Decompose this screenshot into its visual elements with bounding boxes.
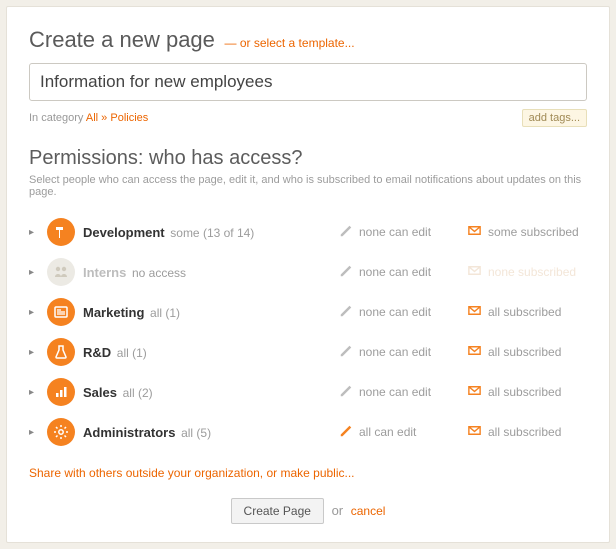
expand-icon[interactable]: ▸	[29, 307, 39, 318]
subscribe-label: none subscribed	[488, 265, 576, 279]
subscribe-label: all subscribed	[488, 345, 561, 359]
permission-row: ▸ Marketing all (1) none can edit all subsc…	[29, 292, 587, 332]
group-access: some (13 of 14)	[170, 226, 254, 240]
edit-permission[interactable]: none can edit	[339, 304, 459, 321]
group-name: R&D	[83, 345, 111, 360]
group-access: all (2)	[123, 386, 153, 400]
group-name: Sales	[83, 385, 117, 400]
cancel-link[interactable]: cancel	[351, 504, 386, 518]
breadcrumb: In category All » Policies	[29, 112, 148, 124]
subscribe-permission[interactable]: some subscribed	[467, 223, 587, 241]
pencil-icon	[339, 384, 353, 401]
expand-icon[interactable]: ▸	[29, 347, 39, 358]
pencil-icon	[339, 424, 353, 441]
page-title: Create a new page	[29, 27, 215, 52]
breadcrumb-current[interactable]: Policies	[110, 112, 148, 124]
edit-label: none can edit	[359, 305, 431, 319]
pencil-icon	[339, 264, 353, 281]
group-name: Administrators	[83, 425, 175, 440]
title-row: Create a new page — or select a template…	[29, 27, 587, 53]
pencil-icon	[339, 304, 353, 321]
group-avatar-icon	[47, 298, 75, 326]
subscribe-label: all subscribed	[488, 425, 561, 439]
group-name-col[interactable]: Administrators all (5)	[83, 425, 331, 440]
permission-row: ▸ Administrators all (5) all can edit all s…	[29, 412, 587, 452]
group-name-col[interactable]: Marketing all (1)	[83, 305, 331, 320]
envelope-icon	[467, 423, 482, 441]
group-avatar-icon	[47, 258, 75, 286]
envelope-icon	[467, 343, 482, 361]
permission-row: ▸ R&D all (1) none can edit all subscribed	[29, 332, 587, 372]
subscribe-permission[interactable]: all subscribed	[467, 423, 587, 441]
edit-permission[interactable]: all can edit	[339, 424, 459, 441]
edit-label: all can edit	[359, 425, 416, 439]
expand-icon[interactable]: ▸	[29, 387, 39, 398]
envelope-icon	[467, 383, 482, 401]
group-name-col[interactable]: Development some (13 of 14)	[83, 225, 331, 240]
group-avatar-icon	[47, 218, 75, 246]
subscribe-label: all subscribed	[488, 385, 561, 399]
group-avatar-icon	[47, 418, 75, 446]
group-access: all (5)	[181, 426, 211, 440]
expand-icon[interactable]: ▸	[29, 227, 39, 238]
edit-label: none can edit	[359, 385, 431, 399]
or-text: or	[332, 503, 344, 518]
select-template-link[interactable]: — or select a template...	[225, 36, 355, 50]
page-name-input[interactable]	[29, 63, 587, 101]
edit-permission[interactable]: none can edit	[339, 264, 459, 281]
subscribe-label: all subscribed	[488, 305, 561, 319]
edit-label: none can edit	[359, 265, 431, 279]
group-name-col[interactable]: Sales all (2)	[83, 385, 331, 400]
in-category-label: In category	[29, 112, 83, 124]
share-external-link[interactable]: Share with others outside your organizat…	[29, 466, 355, 480]
permissions-subtitle: Select people who can access the page, e…	[29, 174, 587, 198]
envelope-icon	[467, 223, 482, 241]
group-name-col[interactable]: Interns no access	[83, 265, 331, 280]
edit-label: none can edit	[359, 345, 431, 359]
group-avatar-icon	[47, 378, 75, 406]
breadcrumb-all[interactable]: All	[86, 112, 98, 124]
edit-permission[interactable]: none can edit	[339, 224, 459, 241]
group-access: no access	[132, 266, 186, 280]
pencil-icon	[339, 224, 353, 241]
breadcrumb-sep: »	[101, 112, 107, 124]
group-name: Interns	[83, 265, 126, 280]
subscribe-permission[interactable]: all subscribed	[467, 303, 587, 321]
create-page-panel: Create a new page — or select a template…	[6, 6, 610, 543]
permissions-title: Permissions: who has access?	[29, 147, 587, 170]
group-avatar-icon	[47, 338, 75, 366]
meta-row: In category All » Policies add tags...	[29, 109, 587, 127]
expand-icon[interactable]: ▸	[29, 267, 39, 278]
permissions-list: ▸ Development some (13 of 14) none can edi…	[29, 212, 587, 452]
permission-row: ▸ Interns no access none can edit none subs…	[29, 252, 587, 292]
subscribe-permission[interactable]: none subscribed	[467, 263, 587, 281]
envelope-icon	[467, 303, 482, 321]
group-name-col[interactable]: R&D all (1)	[83, 345, 331, 360]
subscribe-label: some subscribed	[488, 225, 579, 239]
permission-row: ▸ Development some (13 of 14) none can edi…	[29, 212, 587, 252]
subscribe-permission[interactable]: all subscribed	[467, 383, 587, 401]
add-tags-button[interactable]: add tags...	[522, 109, 587, 127]
group-access: all (1)	[150, 306, 180, 320]
subscribe-permission[interactable]: all subscribed	[467, 343, 587, 361]
group-access: all (1)	[117, 346, 147, 360]
expand-icon[interactable]: ▸	[29, 427, 39, 438]
edit-permission[interactable]: none can edit	[339, 384, 459, 401]
edit-permission[interactable]: none can edit	[339, 344, 459, 361]
pencil-icon	[339, 344, 353, 361]
permission-row: ▸ Sales all (2) none can edit all subscribe…	[29, 372, 587, 412]
group-name: Marketing	[83, 305, 144, 320]
edit-label: none can edit	[359, 225, 431, 239]
group-name: Development	[83, 225, 165, 240]
envelope-icon	[467, 263, 482, 281]
